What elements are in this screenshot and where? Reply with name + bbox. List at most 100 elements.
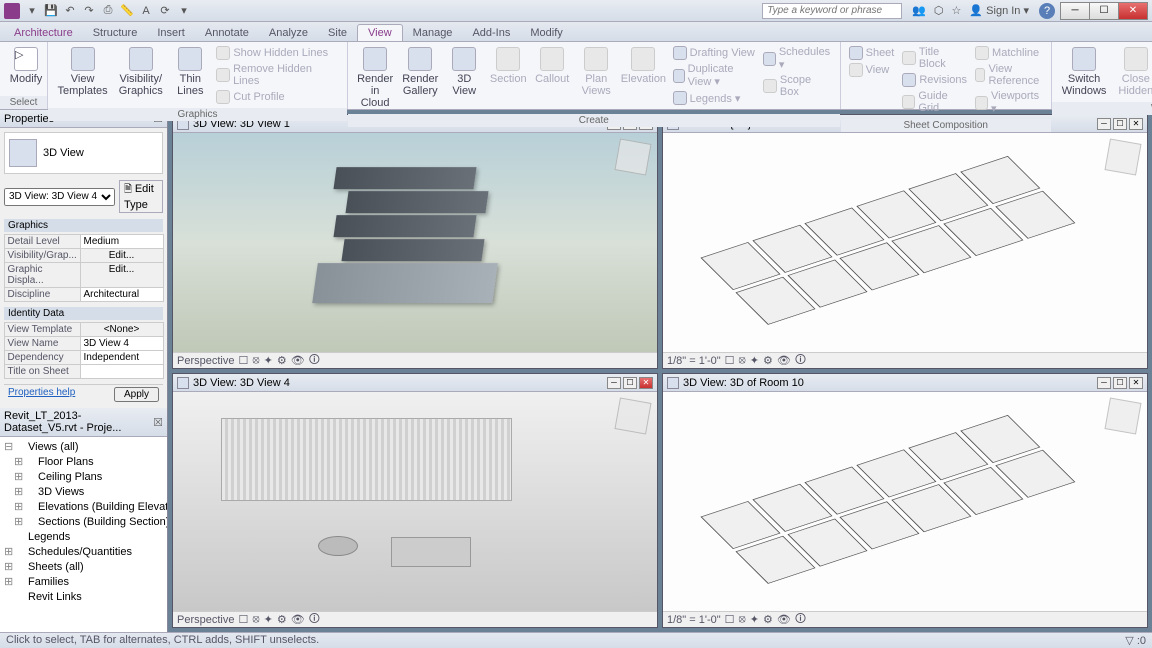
- vb-icon[interactable]: 👁: [291, 354, 305, 367]
- tree-item[interactable]: ⊞Schedules/Quantities: [2, 544, 165, 559]
- tab-annotate[interactable]: Annotate: [195, 25, 259, 41]
- tree-item[interactable]: ⊞Floor Plans: [2, 454, 165, 469]
- tree-item[interactable]: ⊞Families: [2, 574, 165, 589]
- view-close-icon[interactable]: ✕: [1129, 377, 1143, 389]
- tab-structure[interactable]: Structure: [83, 25, 148, 41]
- revisions-button[interactable]: Revisions: [900, 72, 969, 88]
- vb-icon[interactable]: 🛈: [309, 351, 320, 370]
- vb-icon[interactable]: ✦: [264, 354, 273, 367]
- qat-redo-icon[interactable]: ↷: [81, 3, 97, 19]
- signin-button[interactable]: 👤 Sign In ▾: [969, 4, 1029, 17]
- vb-icon[interactable]: 👁: [777, 354, 791, 367]
- type-selector[interactable]: 3D View: [4, 132, 163, 174]
- tree-item[interactable]: Revit Links: [2, 589, 165, 604]
- view-titlebar[interactable]: 3D View: 3D View 4─☐✕: [173, 374, 657, 392]
- viewcube-icon[interactable]: [1104, 397, 1141, 434]
- view-templates-button[interactable]: View Templates: [54, 45, 111, 99]
- tos-value[interactable]: [80, 364, 164, 379]
- vb-icon[interactable]: ☐: [238, 354, 248, 367]
- vb-icon[interactable]: 👁: [291, 613, 305, 626]
- view-max-icon[interactable]: ☐: [623, 377, 637, 389]
- vb-icon[interactable]: ✦: [750, 354, 759, 367]
- view-close-icon[interactable]: ✕: [639, 377, 653, 389]
- instance-dropdown[interactable]: 3D View: 3D View 4: [4, 188, 115, 206]
- tree-item[interactable]: Legends: [2, 529, 165, 544]
- tree-item[interactable]: ⊞Ceiling Plans: [2, 469, 165, 484]
- tree-item[interactable]: ⊞Elevations (Building Elevation): [2, 499, 165, 514]
- modify-button[interactable]: ▷ Modify: [6, 45, 46, 87]
- vis-edit-button[interactable]: Edit...: [80, 248, 164, 263]
- subscription-icon[interactable]: 👥: [912, 4, 926, 17]
- vb-icon[interactable]: ⦻: [252, 354, 259, 367]
- minimize-button[interactable]: ─: [1060, 2, 1090, 20]
- tab-manage[interactable]: Manage: [403, 25, 463, 41]
- vname-value[interactable]: 3D View 4: [80, 336, 164, 351]
- viewcube-icon[interactable]: [1104, 138, 1141, 175]
- tab-analyze[interactable]: Analyze: [259, 25, 318, 41]
- app-icon[interactable]: [4, 3, 20, 19]
- thin-lines-button[interactable]: Thin Lines: [170, 45, 210, 99]
- tab-add-ins[interactable]: Add-Ins: [462, 25, 520, 41]
- vb-icon[interactable]: ☐: [238, 613, 248, 626]
- vb-icon[interactable]: ⦻: [739, 354, 746, 367]
- render-gallery-button[interactable]: Render Gallery: [400, 45, 440, 99]
- vb-icon[interactable]: 🛈: [795, 351, 806, 370]
- tree-item[interactable]: ⊞Sheets (all): [2, 559, 165, 574]
- vb-icon[interactable]: ⦻: [252, 613, 259, 626]
- vtpl-button[interactable]: <None>: [80, 322, 164, 337]
- scale-label[interactable]: Perspective: [177, 355, 234, 367]
- vb-icon[interactable]: ⚙: [763, 354, 773, 367]
- drafting-view-button[interactable]: Drafting View: [671, 45, 758, 61]
- vb-icon[interactable]: 🛈: [309, 610, 320, 629]
- tree-item[interactable]: ⊞Sections (Building Section): [2, 514, 165, 529]
- qat-save-icon[interactable]: 💾: [43, 3, 59, 19]
- view-canvas[interactable]: [173, 133, 657, 352]
- legends-button[interactable]: Legends ▾: [671, 90, 758, 106]
- tab-modify[interactable]: Modify: [520, 25, 572, 41]
- project-browser[interactable]: ⊟Views (all)⊞Floor Plans⊞Ceiling Plans⊞3…: [0, 437, 167, 632]
- qat-more-icon[interactable]: ▾: [176, 3, 192, 19]
- tree-item[interactable]: ⊟Views (all): [2, 439, 165, 454]
- edit-type-button[interactable]: 🗎 Edit Type: [119, 180, 163, 213]
- disc-value[interactable]: Architectural: [80, 287, 164, 302]
- apply-button[interactable]: Apply: [114, 387, 159, 402]
- vb-icon[interactable]: ⚙: [277, 613, 287, 626]
- vb-icon[interactable]: 👁: [777, 613, 791, 626]
- scale-label[interactable]: 1/8" = 1'-0": [667, 614, 721, 626]
- disp-edit-button[interactable]: Edit...: [80, 262, 164, 288]
- qat-measure-icon[interactable]: 📏: [119, 3, 135, 19]
- view-max-icon[interactable]: ☐: [1113, 118, 1127, 130]
- switch-windows-button[interactable]: Switch Windows: [1058, 45, 1111, 99]
- vb-icon[interactable]: 🛈: [795, 610, 806, 629]
- scale-label[interactable]: Perspective: [177, 614, 234, 626]
- vb-icon[interactable]: ⦻: [739, 613, 746, 626]
- exchange-icon[interactable]: ⬡: [934, 4, 944, 17]
- qat-open-icon[interactable]: ▾: [24, 3, 40, 19]
- vb-icon[interactable]: ⚙: [763, 613, 773, 626]
- viewcube-icon[interactable]: [614, 138, 651, 175]
- close-button[interactable]: ✕: [1118, 2, 1148, 20]
- view-titlebar[interactable]: 3D View: 3D of Room 10─☐✕: [663, 374, 1147, 392]
- vb-icon[interactable]: ☐: [725, 354, 735, 367]
- visibility-button[interactable]: Visibility/ Graphics: [115, 45, 166, 99]
- render-cloud-button[interactable]: Render in Cloud: [354, 45, 396, 111]
- viewcube-icon[interactable]: [614, 397, 651, 434]
- tab-architecture[interactable]: Architecture: [4, 25, 83, 41]
- 3d-view-button[interactable]: 3D View: [444, 45, 484, 99]
- search-input[interactable]: [762, 3, 902, 19]
- vb-icon[interactable]: ✦: [750, 613, 759, 626]
- tree-item[interactable]: ⊞3D Views: [2, 484, 165, 499]
- view-close-icon[interactable]: ✕: [1129, 118, 1143, 130]
- vb-icon[interactable]: ☐: [725, 613, 735, 626]
- sheet-button[interactable]: Sheet: [847, 45, 897, 61]
- qat-sync-icon[interactable]: ⟳: [157, 3, 173, 19]
- view-min-icon[interactable]: ─: [607, 377, 621, 389]
- tab-site[interactable]: Site: [318, 25, 357, 41]
- view-canvas[interactable]: [173, 392, 657, 611]
- vb-icon[interactable]: ✦: [264, 613, 273, 626]
- view-canvas[interactable]: [663, 133, 1147, 352]
- qat-text-icon[interactable]: A: [138, 3, 154, 19]
- vb-icon[interactable]: ⚙: [277, 354, 287, 367]
- detail-level-value[interactable]: Medium: [80, 234, 164, 249]
- scale-label[interactable]: 1/8" = 1'-0": [667, 355, 721, 367]
